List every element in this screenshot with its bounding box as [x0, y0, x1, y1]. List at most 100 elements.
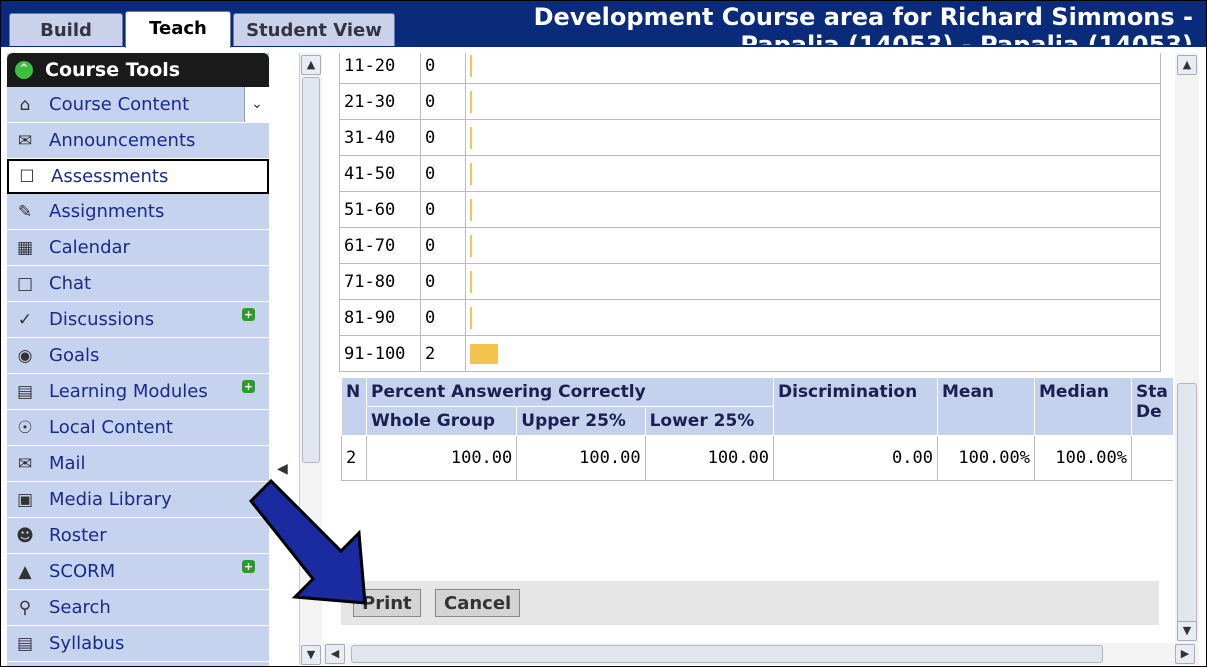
cancel-button[interactable]: Cancel	[435, 589, 521, 617]
sidebar-item-label: Assignments	[49, 201, 165, 222]
sidebar-item-chat[interactable]: □ Chat	[7, 266, 269, 302]
cell-upper-25: 100.00	[516, 435, 646, 481]
sidebar-item-goals[interactable]: ◉ Goals	[7, 338, 269, 374]
table-row: 71-80 0	[339, 263, 1161, 300]
distribution-bar	[470, 54, 472, 77]
pin-icon: ✓	[17, 309, 33, 330]
scroll-down-button[interactable]: ▼	[301, 645, 321, 665]
sidebar-item-search[interactable]: ⚲ Search	[7, 590, 269, 626]
sidebar-item-calendar[interactable]: ▦ Calendar	[7, 230, 269, 266]
scroll-right-button[interactable]: ▶	[1175, 644, 1195, 664]
sidebar-item-course-content[interactable]: ⌂ Course Content ⌄	[7, 87, 269, 123]
sidebar-item-label: Mail	[49, 453, 86, 474]
cell-mean: 100.00%	[937, 435, 1035, 481]
megaphone-icon: ✉	[17, 130, 33, 151]
sidebar-item-assignments[interactable]: ✎ Assignments	[7, 194, 269, 230]
scroll-down-button[interactable]: ▼	[1177, 621, 1197, 641]
distribution-bar	[470, 198, 472, 221]
course-title-line2: Papalia (14053) - Papalia (14053)	[740, 31, 1193, 45]
count-cell: 0	[420, 227, 466, 264]
table-row: 31-40 0	[339, 119, 1161, 156]
collapse-up-icon: ⌃	[15, 61, 33, 79]
sidebar-item-label: Search	[49, 597, 111, 618]
course-title: Development Course area for Richard Simm…	[413, 3, 1193, 45]
bar-cell	[465, 263, 1161, 300]
tab-student-view[interactable]: Student View	[233, 13, 395, 46]
sidebar-item-label: Discussions	[49, 309, 155, 330]
syllabus-icon: ▤	[16, 633, 34, 654]
assessment-icon: ☐	[19, 166, 35, 187]
bar-cell	[465, 335, 1161, 372]
sidebar-header[interactable]: ⌃ Course Tools	[7, 53, 269, 87]
cell-std-dev	[1131, 435, 1173, 481]
chevron-down-icon[interactable]: ⌄	[244, 87, 269, 122]
distribution-bar	[470, 343, 498, 364]
goals-icon: ◉	[17, 345, 33, 366]
horizontal-scrollbar[interactable]: ◀ ▶	[323, 643, 1199, 665]
table-row: 2 100.00 100.00 100.00 0.00 100.00% 100.…	[341, 435, 1173, 481]
table-row: 41-50 0	[339, 155, 1161, 192]
table-row: 91-100 2	[339, 335, 1161, 372]
sidebar-item-roster[interactable]: ☻ Roster	[7, 518, 269, 554]
range-cell: 21-30	[339, 83, 421, 120]
pointer-arrow-icon	[248, 478, 367, 605]
col-std-dev: Sta De	[1131, 377, 1173, 436]
scroll-up-button[interactable]: ▲	[301, 55, 321, 75]
sidebar-item-media-library[interactable]: ▣ Media Library	[7, 482, 269, 518]
range-cell: 41-50	[339, 155, 421, 192]
scorm-icon: ▲	[18, 561, 32, 582]
local-content-icon: ☉	[17, 417, 33, 438]
count-cell: 0	[420, 155, 466, 192]
bar-cell	[465, 299, 1161, 336]
tab-build[interactable]: Build	[9, 13, 123, 46]
bar-cell	[465, 227, 1161, 264]
sidebar-item-label: Goals	[49, 345, 100, 366]
col-lower-25: Lower 25%	[644, 406, 775, 436]
sidebar-item-assessments[interactable]: ☐ Assessments	[7, 159, 269, 194]
sidebar-item-label: Roster	[49, 525, 107, 546]
distribution-bar	[470, 162, 472, 185]
distribution-bar	[470, 306, 472, 329]
bar-cell	[465, 191, 1161, 228]
sidebar-item-local-content[interactable]: ☉ Local Content	[7, 410, 269, 446]
new-badge-icon: +	[242, 380, 255, 393]
scroll-thumb[interactable]	[1177, 383, 1197, 635]
count-cell: 0	[420, 53, 466, 84]
range-cell: 61-70	[339, 227, 421, 264]
range-cell: 71-80	[339, 263, 421, 300]
cell-lower-25: 100.00	[644, 435, 775, 481]
count-cell: 0	[420, 263, 466, 300]
tab-teach[interactable]: Teach	[125, 11, 231, 48]
table-row: 21-30 0	[339, 83, 1161, 120]
module-icon: ▤	[16, 381, 34, 402]
media-icon: ▣	[16, 489, 34, 510]
range-cell: 91-100	[339, 335, 421, 372]
scroll-left-button[interactable]: ◀	[325, 644, 345, 664]
scroll-thumb[interactable]	[302, 77, 320, 463]
range-cell: 81-90	[339, 299, 421, 336]
sidebar-item-label: Calendar	[49, 237, 130, 258]
col-mean: Mean	[937, 377, 1035, 436]
sidebar-item-announcements[interactable]: ✉ Announcements	[7, 123, 269, 159]
col-upper-25: Upper 25%	[516, 406, 646, 436]
button-bar: Print Cancel	[341, 581, 1159, 625]
sidebar-item-syllabus[interactable]: ▤ Syllabus	[7, 626, 269, 662]
sidebar-item-scorm[interactable]: ▲ SCORM +	[7, 554, 269, 590]
cell-discrimination: 0.00	[773, 435, 938, 481]
count-cell: 0	[420, 119, 466, 156]
pencil-icon: ✎	[17, 201, 33, 222]
sidebar-item-learning-modules[interactable]: ▤ Learning Modules +	[7, 374, 269, 410]
main-content: 11-20 0 21-30 0 31-40 0 41-50 0 51-60 0 61-70 0 71-8…	[323, 53, 1173, 643]
right-pane-scrollbar[interactable]: ▲ ▼	[1175, 53, 1199, 643]
course-title-line1: Development Course area for Richard Simm…	[533, 3, 1193, 31]
sidebar-item-discussions[interactable]: ✓ Discussions +	[7, 302, 269, 338]
sidebar-item-mail[interactable]: ✉ Mail	[7, 446, 269, 482]
bar-cell	[465, 83, 1161, 120]
count-cell: 2	[420, 335, 466, 372]
range-cell: 51-60	[339, 191, 421, 228]
sidebar-item-label: Syllabus	[49, 633, 125, 654]
scroll-up-button[interactable]: ▲	[1177, 55, 1197, 75]
top-bar: Build Teach Student View Development Cou…	[1, 1, 1206, 48]
table-row: 51-60 0	[339, 191, 1161, 228]
scroll-thumb[interactable]	[351, 645, 1103, 663]
